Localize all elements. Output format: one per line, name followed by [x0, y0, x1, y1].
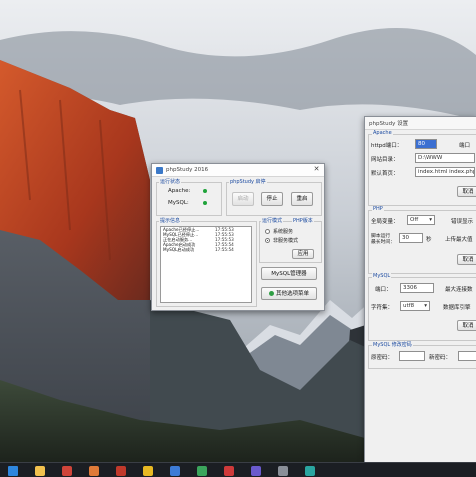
mysql-manager-button[interactable]: MySQL管理器	[261, 267, 317, 280]
settings-window-titlebar[interactable]: phpStudy 设置	[365, 117, 476, 130]
log-title: 提示信息	[159, 217, 182, 224]
system-service-radio[interactable]	[265, 229, 270, 234]
global-var-value: Off	[410, 217, 419, 223]
non-service-radio[interactable]	[265, 238, 270, 243]
non-service-label: 非服务模式	[273, 238, 299, 244]
run-mode-title: 运行模式	[261, 217, 284, 224]
taskbar-app-red-2-icon[interactable]	[116, 465, 126, 476]
log-message: MySQL启动成功	[163, 247, 195, 252]
taskbar-app-green-icon[interactable]	[197, 465, 207, 476]
global-var-label: 全局变量：	[371, 219, 399, 225]
apache-cancel-button[interactable]: 取消	[457, 186, 476, 197]
taskbar-app-gray-icon[interactable]	[278, 465, 288, 476]
phpstudy-main-window: phpStudy 2016 ✕ 运行状态 Apache: MySQL: phpS…	[151, 163, 325, 311]
max-connections-label: 最大连接数	[445, 287, 473, 293]
log-list[interactable]: Apache已经停止... 17:55:53 MySQL已经停止... 17:55:5…	[160, 226, 252, 303]
start-stop-title: phpStudy 启停	[229, 178, 267, 185]
chevron-down-icon: ▾	[429, 217, 432, 223]
taskbar-app-purple-icon[interactable]	[251, 465, 261, 476]
taskbar-app-red-icon[interactable]	[62, 465, 72, 476]
timeout-input[interactable]: 30	[399, 233, 423, 243]
timeout-label-line2: 最长时间：	[371, 240, 395, 245]
taskbar-app-orange-icon[interactable]	[89, 465, 99, 476]
default-index-input[interactable]: index.html index.php	[415, 167, 475, 177]
port-button-label[interactable]: 端口	[459, 141, 470, 149]
taskbar	[0, 462, 476, 477]
site-root-input[interactable]: D:\WWW	[415, 153, 475, 163]
new-password-label: 新密码：	[429, 355, 452, 361]
desktop-wallpaper: phpStudy 2016 ✕ 运行状态 Apache: MySQL: phpS…	[0, 0, 476, 477]
log-time: 17:55:54	[215, 247, 234, 252]
apache-running-indicator	[203, 189, 207, 193]
start-button[interactable]: 启动	[232, 192, 254, 206]
settings-window-title: phpStudy 设置	[369, 121, 409, 127]
log-row: MySQL启动成功 17:55:54	[161, 247, 251, 252]
other-options-label: 其他选项菜单	[275, 291, 309, 297]
main-window-title: phpStudy 2016	[166, 167, 209, 173]
phpstudy-app-icon	[156, 166, 163, 174]
apache-group-title: Apache	[372, 130, 393, 136]
db-engine-label: 数据库引擎	[443, 305, 471, 311]
upload-max-label: 上传最大值	[445, 237, 473, 243]
apply-button[interactable]: 应用	[292, 249, 314, 259]
mysql-status-label: MySQL:	[168, 200, 189, 206]
main-window-titlebar[interactable]: phpStudy 2016 ✕	[152, 164, 324, 177]
taskbar-app-red-3-icon[interactable]	[224, 465, 234, 476]
mysql-port-label: 端口：	[375, 287, 392, 293]
old-password-input[interactable]	[399, 351, 425, 361]
taskbar-start-icon[interactable]	[8, 465, 18, 476]
old-password-label: 原密码：	[371, 355, 394, 361]
timeout-unit: 秒	[426, 237, 432, 243]
taskbar-app-yellow-icon[interactable]	[143, 465, 153, 476]
mysql-password-title: MySQL 修改密码	[372, 341, 413, 348]
httpd-port-input[interactable]: 80	[415, 139, 437, 149]
chevron-down-icon: ▾	[424, 303, 427, 309]
new-password-input[interactable]	[458, 351, 476, 361]
other-options-menu-button[interactable]: 其他选项菜单	[261, 287, 317, 300]
phpstudy-settings-window: phpStudy 设置 Apache httpd端口： 80 端口 网站目录： …	[364, 116, 476, 463]
mysql-group-title: MySQL	[372, 273, 392, 279]
php-group-title: PHP	[372, 206, 384, 212]
php-cancel-button[interactable]: 取消	[457, 254, 476, 265]
menu-gear-icon	[268, 291, 274, 296]
taskbar-explorer-icon[interactable]	[35, 465, 45, 476]
site-root-label: 网站目录：	[371, 157, 399, 163]
mysql-cancel-button[interactable]: 取消	[457, 320, 476, 331]
taskbar-app-blue-icon[interactable]	[170, 465, 180, 476]
default-index-label: 默认首页：	[371, 171, 399, 177]
stop-button[interactable]: 停止	[261, 192, 283, 206]
run-status-title: 运行状态	[159, 178, 182, 185]
httpd-port-value: 80	[418, 141, 425, 147]
php-version-link[interactable]: PHP版本	[292, 217, 314, 224]
charset-value: utf8	[403, 303, 415, 309]
restart-button[interactable]: 重启	[291, 192, 313, 206]
charset-select[interactable]: utf8 ▾	[400, 301, 430, 311]
apache-status-label: Apache:	[168, 188, 191, 194]
charset-label: 字符集：	[371, 305, 394, 311]
global-var-select[interactable]: Off ▾	[407, 215, 435, 225]
close-icon[interactable]: ✕	[312, 165, 321, 174]
httpd-port-label: httpd端口：	[371, 143, 403, 149]
mysql-port-input[interactable]: 3306	[400, 283, 434, 293]
error-display-label: 错误显示	[451, 219, 474, 225]
mysql-running-indicator	[203, 201, 207, 205]
taskbar-app-teal-icon[interactable]	[305, 465, 315, 476]
system-service-label: 系统服务	[273, 229, 294, 235]
